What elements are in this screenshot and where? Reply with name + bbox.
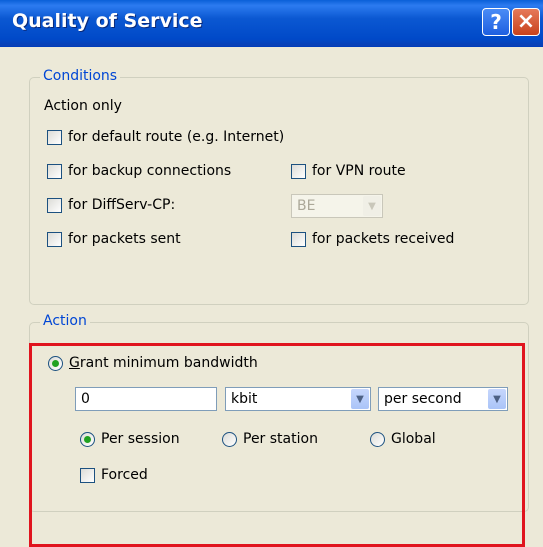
checkbox-box[interactable] <box>47 231 62 247</box>
action-only-label: Action only <box>44 98 122 114</box>
conditions-group: Conditions Action only for default route… <box>29 68 529 305</box>
chevron-down-icon[interactable]: ▼ <box>363 196 381 216</box>
conditions-legend: Conditions <box>40 68 121 84</box>
packets-received-label: for packets received <box>312 231 455 247</box>
diffserv-checkbox[interactable]: for DiffServ-CP: <box>47 197 175 213</box>
diffserv-select-value: BE <box>297 198 316 214</box>
checkbox-box[interactable] <box>47 163 62 179</box>
default-route-label: for default route (e.g. Internet) <box>68 129 285 145</box>
checkbox-box[interactable] <box>291 163 306 179</box>
title-bar: Quality of Service ? × <box>0 0 543 47</box>
help-button[interactable]: ? <box>482 8 510 36</box>
checkbox-box[interactable] <box>291 231 306 247</box>
checkbox-box[interactable] <box>47 197 62 213</box>
backup-connections-checkbox[interactable]: for backup connections <box>47 163 231 179</box>
packets-received-checkbox[interactable]: for packets received <box>291 231 454 247</box>
highlight-frame <box>29 343 525 547</box>
packets-sent-checkbox[interactable]: for packets sent <box>47 231 181 247</box>
window-title: Quality of Service <box>12 10 203 32</box>
close-button[interactable]: × <box>512 8 540 36</box>
vpn-route-label: for VPN route <box>312 163 406 179</box>
diffserv-label: for DiffServ-CP: <box>68 197 176 213</box>
vpn-route-checkbox[interactable]: for VPN route <box>291 163 406 179</box>
checkbox-box[interactable] <box>47 129 62 145</box>
backup-connections-label: for backup connections <box>68 163 232 179</box>
diffserv-select[interactable]: BE ▼ <box>291 194 383 218</box>
default-route-checkbox[interactable]: for default route (e.g. Internet) <box>47 129 284 145</box>
action-legend: Action <box>40 313 90 329</box>
packets-sent-label: for packets sent <box>68 231 181 247</box>
